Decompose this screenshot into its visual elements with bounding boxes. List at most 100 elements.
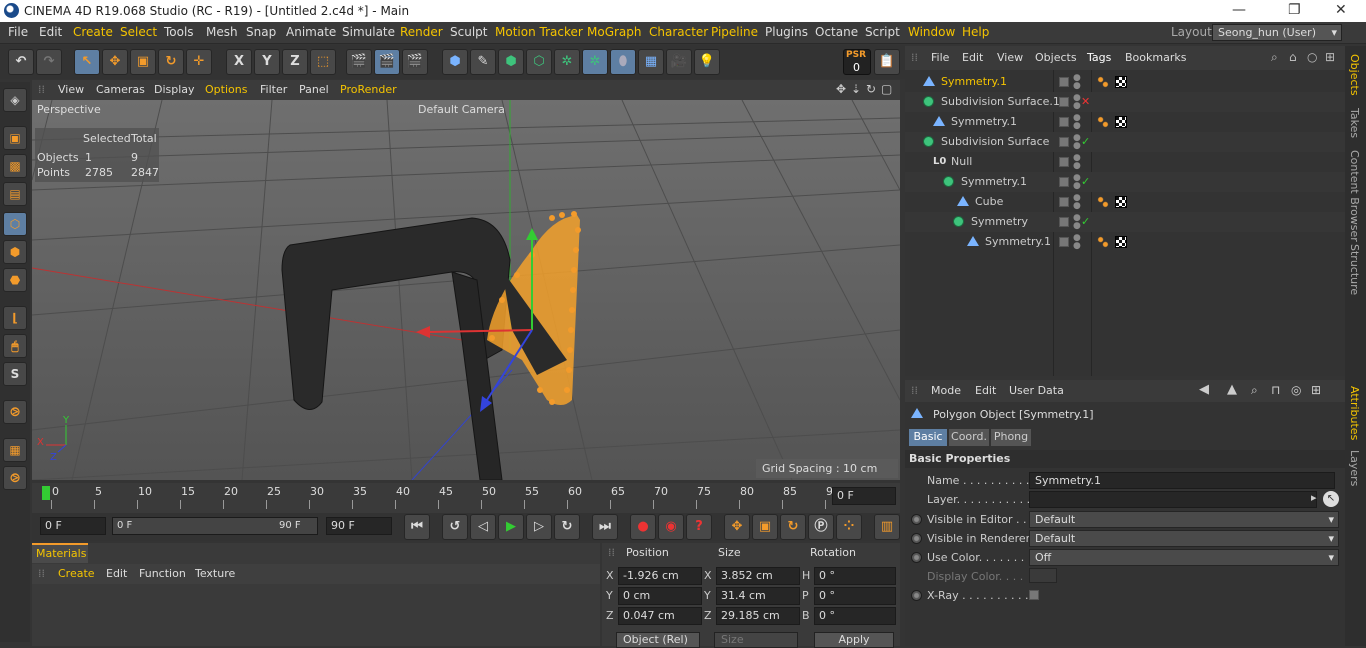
viewport-menu-display[interactable]: Display <box>154 83 195 96</box>
visibility-dots-icon[interactable]: ● ● <box>1073 74 1081 91</box>
use-color-select[interactable]: Off ▾ <box>1029 549 1339 566</box>
rotation-field[interactable]: 0 ° <box>814 587 896 605</box>
recent-tools-button[interactable]: ✛ <box>186 49 212 75</box>
key-scale-button[interactable]: ▣ <box>752 514 778 540</box>
enabled-check-icon[interactable]: ✓ <box>1081 135 1090 148</box>
redo-button[interactable]: ↷ <box>36 49 62 75</box>
workplane-lock-button[interactable]: ▦ <box>3 438 27 462</box>
attributes-menu-user-data[interactable]: User Data <box>1009 384 1064 397</box>
objects-menu-edit[interactable]: Edit <box>962 51 983 64</box>
x-axis-lock-button[interactable]: X <box>226 49 252 75</box>
menu-character[interactable]: Character <box>649 25 708 39</box>
objects-menu-view[interactable]: View <box>997 51 1023 64</box>
attributes-menu-mode[interactable]: Mode <box>931 384 961 397</box>
name-input[interactable]: Symmetry.1 <box>1029 472 1335 489</box>
rotate-tool-button[interactable]: ↻ <box>158 49 184 75</box>
y-axis-lock-button[interactable]: Y <box>254 49 280 75</box>
visibility-dots-icon[interactable]: ● ● <box>1073 114 1081 131</box>
object-name[interactable]: Symmetry.1 <box>941 75 1007 88</box>
size-field[interactable]: 3.852 cm <box>716 567 800 585</box>
enabled-check-icon[interactable]: ✓ <box>1081 175 1090 188</box>
object-name[interactable]: Symmetry.1 <box>951 115 1017 128</box>
rotation-field[interactable]: 0 ° <box>814 607 896 625</box>
restore-button[interactable]: ❐ <box>1288 2 1301 18</box>
coordinate-system-button[interactable]: ⬚ <box>310 49 336 75</box>
menu-tools[interactable]: Tools <box>164 25 194 39</box>
layout-select[interactable]: Seong_hun (User) ▾ <box>1212 24 1342 41</box>
back-arrow-icon[interactable]: ◀ <box>1199 382 1209 397</box>
menu-mograph[interactable]: MoGraph <box>587 25 642 39</box>
materials-menu-function[interactable]: Function <box>139 567 186 580</box>
search-icon[interactable]: ⌕ <box>1271 50 1278 65</box>
object-name[interactable]: Cube <box>975 195 1003 208</box>
keyframe-selection-button[interactable]: ? <box>686 514 712 540</box>
layer-toggle[interactable] <box>1059 237 1069 247</box>
object-row[interactable]: Symmetry ● ● ✓ <box>905 212 1345 232</box>
position-field[interactable]: -1.926 cm <box>618 567 702 585</box>
polygons-mode-button[interactable]: ⬣ <box>3 268 27 292</box>
start-frame-field[interactable]: 0 F <box>40 517 106 535</box>
xray-checkbox[interactable] <box>1029 590 1039 600</box>
viewport-menu-prorender[interactable]: ProRender <box>340 83 397 96</box>
enabled-check-icon[interactable]: ✓ <box>1081 215 1090 228</box>
menu-octane[interactable]: Octane <box>815 25 858 39</box>
z-axis-lock-button[interactable]: Z <box>282 49 308 75</box>
layer-arrow-icon[interactable]: ▸ <box>1311 491 1317 504</box>
cube-primitive-button[interactable]: ⬢ <box>442 49 468 75</box>
make-editable-button[interactable]: ◈ <box>3 88 27 112</box>
search-icon[interactable]: ⌕ <box>1251 383 1258 398</box>
animation-radio-icon[interactable] <box>911 590 922 601</box>
cloner-button[interactable]: ✲ <box>554 49 580 75</box>
psr-display[interactable]: PSR 0 <box>843 49 871 75</box>
objects-menu-bookmarks[interactable]: Bookmarks <box>1125 51 1186 64</box>
object-row[interactable]: Symmetry.1 ● ● <box>905 232 1345 252</box>
object-name[interactable]: Null <box>951 155 972 168</box>
side-tab-takes[interactable]: Takes <box>1348 108 1361 138</box>
subdivision-surface-button[interactable]: ⬢ <box>498 49 524 75</box>
menu-render[interactable]: Render <box>400 25 443 39</box>
live-selection-button[interactable]: ↖ <box>74 49 100 75</box>
visibility-dots-icon[interactable]: ● ● <box>1073 134 1081 151</box>
menu-pipeline[interactable]: Pipeline <box>711 25 758 39</box>
go-to-start-button[interactable]: ⏮ <box>404 514 430 540</box>
object-name[interactable]: Symmetry.1 <box>985 235 1051 248</box>
render-view-button[interactable]: 🎬 <box>346 49 372 75</box>
texture-tag-icon[interactable] <box>1115 196 1127 208</box>
position-field[interactable]: 0.047 cm <box>618 607 702 625</box>
menu-create[interactable]: Create <box>73 25 113 39</box>
edges-mode-button[interactable]: ⬢ <box>3 240 27 264</box>
objects-menu-tags[interactable]: Tags <box>1087 51 1111 64</box>
dolly-view-icon[interactable]: ⇣ <box>851 82 861 96</box>
menu-snap[interactable]: Snap <box>246 25 276 39</box>
menu-sculpt[interactable]: Sculpt <box>450 25 487 39</box>
previous-frame-button[interactable]: ◁ <box>470 514 496 540</box>
side-tab-objects[interactable]: Objects <box>1348 54 1361 96</box>
record-active-button[interactable]: ● <box>630 514 656 540</box>
menu-window[interactable]: Window <box>908 25 955 39</box>
layer-toggle[interactable] <box>1059 77 1069 87</box>
layer-toggle[interactable] <box>1059 137 1069 147</box>
maximize-view-icon[interactable]: ▢ <box>881 82 892 96</box>
object-row[interactable]: Cube ● ● <box>905 192 1345 212</box>
move-view-icon[interactable]: ✥ <box>836 82 846 96</box>
texture-tag-icon[interactable] <box>1115 76 1127 88</box>
new-panel-icon[interactable]: ⊞ <box>1311 383 1321 397</box>
menu-mesh[interactable]: Mesh <box>206 25 238 39</box>
rotation-field[interactable]: 0 ° <box>814 567 896 585</box>
side-tab-layers[interactable]: Layers <box>1348 450 1361 486</box>
extrude-generator-button[interactable]: ⬡ <box>526 49 552 75</box>
objects-menu-objects[interactable]: Objects <box>1035 51 1077 64</box>
menu-plugins[interactable]: Plugins <box>765 25 808 39</box>
lock-icon[interactable]: ⊓ <box>1271 383 1280 397</box>
texture-tag-icon[interactable] <box>1115 236 1127 248</box>
layer-toggle[interactable] <box>1059 117 1069 127</box>
menu-simulate[interactable]: Simulate <box>342 25 395 39</box>
visibility-dots-icon[interactable]: ● ● <box>1073 214 1081 231</box>
position-field[interactable]: 0 cm <box>618 587 702 605</box>
object-row[interactable]: Symmetry.1 ● ● ✓ <box>905 172 1345 192</box>
texture-mode-button[interactable]: ▩ <box>3 154 27 178</box>
layer-pick-icon[interactable]: ↖ <box>1323 491 1339 507</box>
menu-file[interactable]: File <box>8 25 28 39</box>
close-button[interactable]: ✕ <box>1335 2 1347 18</box>
visible-in-editor-select[interactable]: Default ▾ <box>1029 511 1339 528</box>
